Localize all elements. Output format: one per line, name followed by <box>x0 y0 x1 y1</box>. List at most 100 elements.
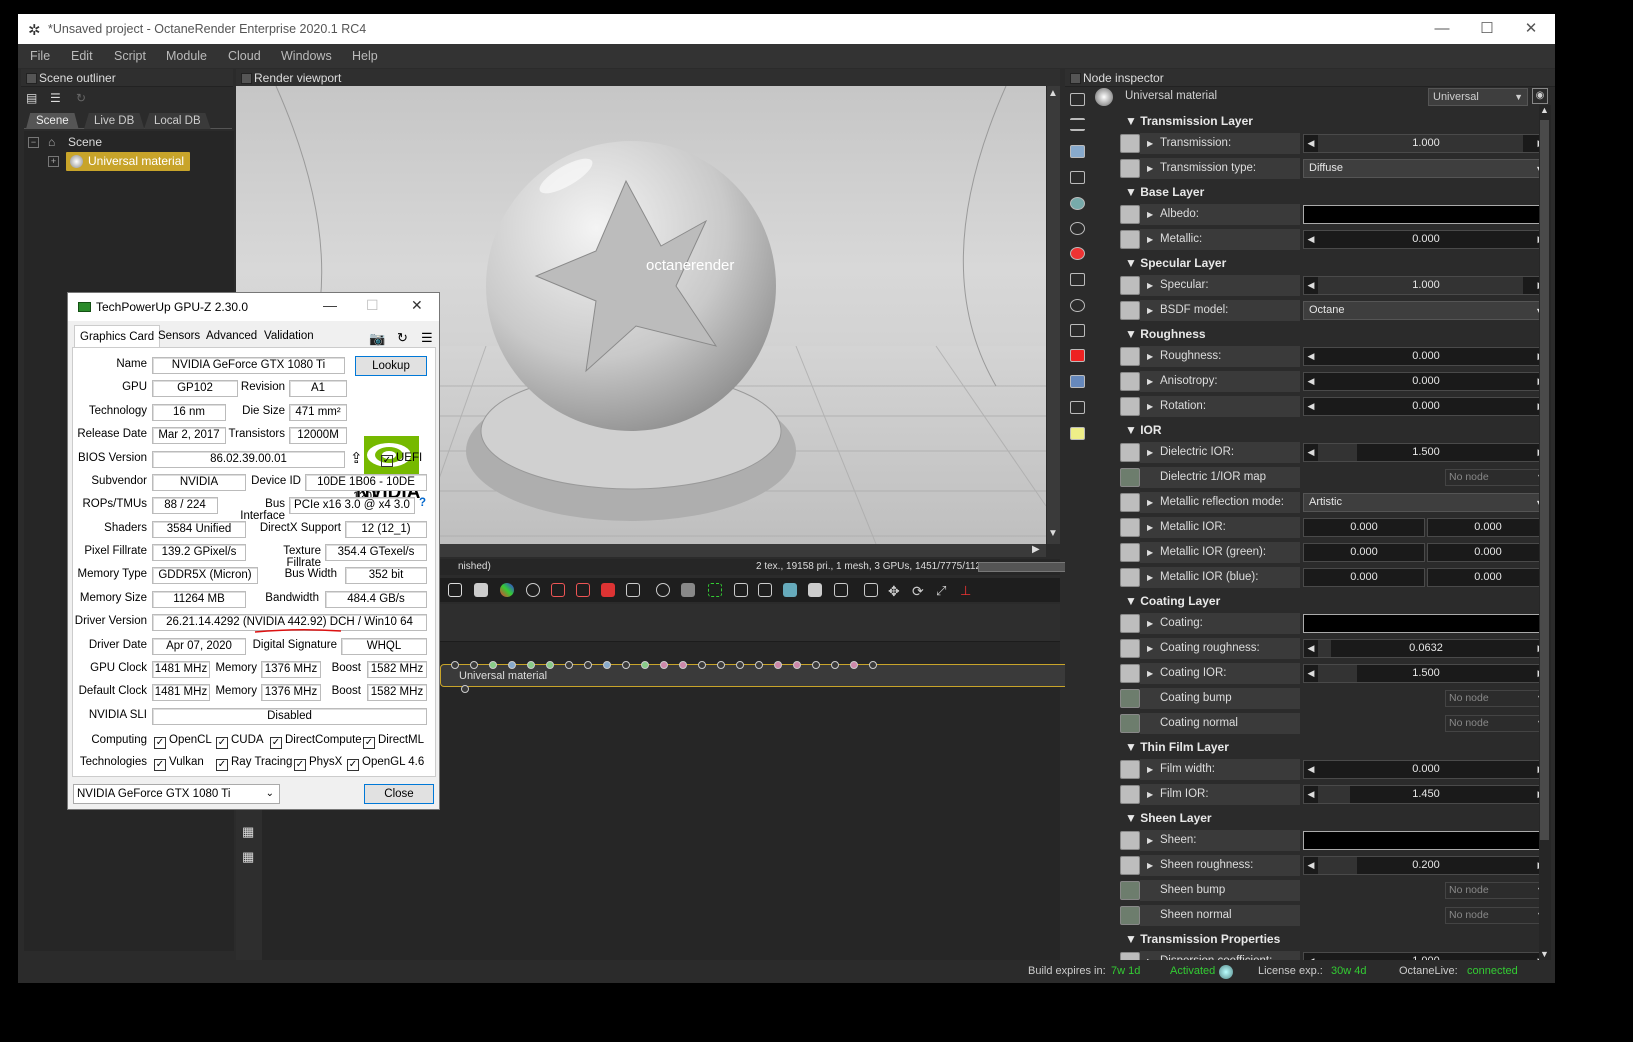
node-input-pin[interactable] <box>641 661 649 669</box>
collapse-triangle-icon[interactable]: ▼ <box>1125 256 1140 270</box>
value-field-b[interactable]: 0.000 <box>1427 568 1549 587</box>
curve-icon[interactable] <box>1120 518 1140 537</box>
collapse-triangle-icon[interactable]: ▼ <box>1125 811 1140 825</box>
pin-icon[interactable] <box>1070 93 1085 106</box>
property-label[interactable]: ▶ Metallic reflection mode: <box>1140 492 1300 513</box>
curve-icon[interactable] <box>1120 493 1140 512</box>
property-label[interactable]: ▶ BSDF model: <box>1140 300 1300 321</box>
color-swatch-icon[interactable] <box>1120 614 1140 633</box>
node-input-pin[interactable] <box>774 661 782 669</box>
curve-icon[interactable] <box>1120 230 1140 249</box>
tab-graphics-card[interactable]: Graphics Card <box>74 325 161 347</box>
property-label[interactable]: ▶ Sheen roughness: <box>1140 855 1300 876</box>
section-sheen-layer[interactable]: ▼ Sheen Layer <box>1125 811 1212 825</box>
expand-arrow-icon[interactable]: ▶ <box>1147 663 1153 684</box>
property-label[interactable]: ▶ Metallic: <box>1140 229 1300 250</box>
section-ior[interactable]: ▼ IOR <box>1125 423 1162 437</box>
region-icon[interactable] <box>681 583 695 597</box>
expand-arrow-icon[interactable]: ▶ <box>1147 517 1153 538</box>
decrement-arrow-icon[interactable]: ◀ <box>1304 373 1318 390</box>
curve-icon[interactable] <box>1120 301 1140 320</box>
node-input-pin[interactable] <box>508 661 516 669</box>
decrement-arrow-icon[interactable]: ◀ <box>1304 135 1318 152</box>
menu-edit[interactable]: Edit <box>71 49 93 63</box>
activation-globe-icon[interactable] <box>1219 965 1233 979</box>
property-label[interactable]: Coating bump <box>1140 688 1300 709</box>
color-swatch-icon[interactable] <box>1120 205 1140 224</box>
property-label[interactable]: ▶ Coating roughness: <box>1140 638 1300 659</box>
cube-icon[interactable] <box>864 583 878 597</box>
curve-icon[interactable] <box>1120 760 1140 779</box>
universal-material-node[interactable]: Universal material <box>440 661 1073 693</box>
section-transmission-layer[interactable]: ▼ Transmission Layer <box>1125 114 1253 128</box>
value-slider[interactable]: ◀1.500▶ <box>1303 664 1549 683</box>
node-input-pin[interactable] <box>831 661 839 669</box>
clock-icon[interactable] <box>1070 299 1085 312</box>
collapse-triangle-icon[interactable]: ▼ <box>1125 185 1140 199</box>
curve-icon[interactable] <box>1120 372 1140 391</box>
expand-arrow-icon[interactable]: ▶ <box>1147 396 1153 417</box>
kernel-icon[interactable] <box>1070 324 1085 337</box>
section-specular-layer[interactable]: ▼ Specular Layer <box>1125 256 1226 270</box>
value-field-a[interactable]: 0.000 <box>1303 543 1425 562</box>
color-field[interactable] <box>1303 205 1549 224</box>
property-label[interactable]: ▶ Transmission type: <box>1140 158 1300 179</box>
curve-icon[interactable] <box>1120 347 1140 366</box>
node-link-dropdown[interactable]: No node▼ <box>1445 690 1549 707</box>
menu-windows[interactable]: Windows <box>281 49 332 63</box>
property-label[interactable]: ▶ Roughness: <box>1140 346 1300 367</box>
expand-arrow-icon[interactable]: ▶ <box>1147 133 1153 154</box>
property-label[interactable]: Dielectric 1/IOR map <box>1140 467 1300 488</box>
collapse-triangle-icon[interactable]: ▼ <box>1125 327 1140 341</box>
expand-arrow-icon[interactable]: ▶ <box>1147 613 1153 634</box>
scroll-up-icon[interactable]: ▲ <box>1048 88 1058 99</box>
clay-mode-icon[interactable] <box>708 583 722 597</box>
property-label[interactable]: ▶ Albedo: <box>1140 204 1300 225</box>
node-link-dropdown[interactable]: No node▼ <box>1445 469 1549 486</box>
afi-icon[interactable] <box>474 583 488 597</box>
gpuz-close-dialog-button[interactable]: Close <box>364 784 434 804</box>
value-field-a[interactable]: 0.000 <box>1303 518 1425 537</box>
node-link-dropdown[interactable]: No node▼ <box>1445 882 1549 899</box>
value-field-b[interactable]: 0.000 <box>1427 518 1549 537</box>
node-input-pin[interactable] <box>470 661 478 669</box>
decrement-arrow-icon[interactable]: ◀ <box>1304 665 1318 682</box>
property-label[interactable]: ▶ Metallic IOR: <box>1140 517 1300 538</box>
menu-module[interactable]: Module <box>166 49 207 63</box>
curve-icon[interactable] <box>1120 664 1140 683</box>
value-slider[interactable]: ◀0.000▶ <box>1303 372 1549 391</box>
curve-icon[interactable] <box>1120 443 1140 462</box>
gpuz-minimize-button[interactable]: — <box>323 297 337 313</box>
expand-arrow-icon[interactable]: ▶ <box>1147 300 1153 321</box>
scroll-down-icon[interactable]: ▼ <box>1540 949 1549 959</box>
list-icon[interactable] <box>1070 118 1085 131</box>
texture-icon[interactable] <box>1070 273 1085 286</box>
menu-cloud[interactable]: Cloud <box>228 49 261 63</box>
expand-arrow-icon[interactable]: ▶ <box>1147 442 1153 463</box>
material-icon[interactable] <box>1070 247 1085 260</box>
light-icon[interactable] <box>1070 427 1085 440</box>
curve-icon[interactable] <box>1120 134 1140 153</box>
export-icon[interactable] <box>758 583 772 597</box>
color-field[interactable] <box>1303 614 1549 633</box>
property-label[interactable]: ▶ Coating IOR: <box>1140 663 1300 684</box>
node-input-pin[interactable] <box>584 661 592 669</box>
camera-target-icon[interactable] <box>626 583 640 597</box>
picture-icon[interactable] <box>1070 401 1085 414</box>
refresh-icon[interactable]: ↻ <box>392 327 413 349</box>
decrement-arrow-icon[interactable]: ◀ <box>1304 277 1318 294</box>
refresh-render-icon[interactable] <box>526 583 540 597</box>
gizmo-axis-icon[interactable]: ⊥ <box>960 583 974 598</box>
property-label[interactable]: ▶ Metallic IOR (blue): <box>1140 567 1300 588</box>
property-label[interactable]: ▶ Specular: <box>1140 275 1300 296</box>
gpuz-maximize-button[interactable]: ☐ <box>366 297 379 314</box>
decrement-arrow-icon[interactable]: ◀ <box>1304 444 1318 461</box>
section-coating-layer[interactable]: ▼ Coating Layer <box>1125 594 1220 608</box>
value-slider[interactable]: ◀0.000▶ <box>1303 347 1549 366</box>
collapse-triangle-icon[interactable]: ▼ <box>1125 594 1140 608</box>
node-input-pin[interactable] <box>546 661 554 669</box>
value-dropdown[interactable]: Artistic▼ <box>1303 493 1549 512</box>
node-link-dropdown[interactable]: No node▼ <box>1445 907 1549 924</box>
expand-arrow-icon[interactable]: ▶ <box>1147 567 1153 588</box>
camera-icon[interactable] <box>1070 171 1085 184</box>
